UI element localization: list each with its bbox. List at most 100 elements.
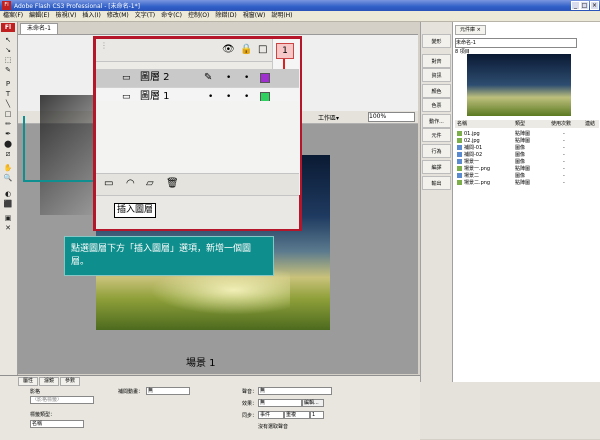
frame-name-input[interactable]: 〈影格標籤〉 xyxy=(30,396,94,404)
library-tab[interactable]: 元件庫 × xyxy=(455,25,486,35)
eye-icon[interactable]: 👁 xyxy=(222,44,235,56)
frame-label: 影格 xyxy=(30,389,41,395)
library-document-select[interactable]: 未命名-1 xyxy=(455,38,577,48)
panel-output-button[interactable]: 輸出 xyxy=(422,176,451,190)
bitmap-icon xyxy=(457,180,462,185)
menu-view[interactable]: 檢視(V) xyxy=(53,11,80,21)
panel-swatches-button[interactable]: 色票 xyxy=(422,98,451,112)
tab-parameters[interactable]: 參數 xyxy=(60,377,81,386)
repeat-count-input[interactable]: 1 xyxy=(310,411,324,419)
delete-layer-icon[interactable]: 🗑 xyxy=(166,178,179,189)
library-item[interactable]: 場景二.png 點陣圖 - xyxy=(455,180,599,187)
document-tab[interactable]: 未命名-1 xyxy=(20,23,58,34)
swap-colors-icon[interactable]: ▣ xyxy=(3,214,13,222)
panel-info-button[interactable]: 資訊 xyxy=(422,68,451,82)
library-item[interactable]: 場景一.png 點陣圖 - xyxy=(455,166,599,173)
menu-control[interactable]: 控制(O) xyxy=(185,11,212,21)
label-type-label: 標籤類型： xyxy=(30,412,56,418)
library-item[interactable]: 補間-02 圖像 - xyxy=(455,152,599,159)
shadow-decoration xyxy=(40,95,100,215)
col-name[interactable]: 名稱 xyxy=(457,120,467,128)
outline-color-swatch[interactable] xyxy=(260,73,270,83)
menu-debug[interactable]: 除錯(D) xyxy=(212,11,239,21)
menu-commands[interactable]: 命令(C) xyxy=(158,11,185,21)
lasso-tool-icon[interactable]: ✎ xyxy=(3,66,13,74)
maximize-button[interactable]: □ xyxy=(580,1,589,10)
insert-layer-icon[interactable]: ▭ xyxy=(104,178,113,189)
panel-align-button[interactable]: 對齊 xyxy=(422,54,451,68)
panel-grip-icon: ⋮ xyxy=(100,41,108,50)
menu-window[interactable]: 視窗(W) xyxy=(240,11,269,21)
menu-text[interactable]: 文字(T) xyxy=(132,11,158,21)
panel-behaviors-button[interactable]: 行為 xyxy=(422,144,451,158)
lock-icon[interactable]: 🔒 xyxy=(240,44,252,56)
panel-color-button[interactable]: 顏色 xyxy=(422,84,451,98)
layers-empty-area xyxy=(96,101,299,173)
rectangle-tool-icon[interactable]: □ xyxy=(3,110,13,118)
workspace-menu[interactable]: 工作區▾ xyxy=(318,113,339,122)
menu-modify[interactable]: 修改(M) xyxy=(104,11,132,21)
free-transform-tool-icon[interactable]: ⬚ xyxy=(3,56,13,64)
zoom-select[interactable]: 100% xyxy=(368,112,415,122)
brush-tool-icon[interactable]: ✒ xyxy=(3,130,13,138)
panel-actions-button[interactable]: 動作... xyxy=(422,114,451,128)
sync-select[interactable]: 事件 xyxy=(258,411,284,419)
layer-icon: ▭ xyxy=(122,73,131,83)
library-item[interactable]: 02.jpg 點陣圖 - xyxy=(455,138,599,145)
outline-icon[interactable]: □ xyxy=(258,44,267,56)
layers-panel-zoom: ⋮ 👁 🔒 □ 1 ▭ 圖層 2 ✎ • • ▭ 圖層 1 • • • ▭ ◠ … xyxy=(93,36,302,369)
library-item[interactable]: 01.jpg 點陣圖 - xyxy=(455,131,599,138)
label-type-select[interactable]: 名稱 xyxy=(30,420,84,428)
document-tabs: 未命名-1 xyxy=(18,22,418,35)
fill-color-icon[interactable]: ⬛ xyxy=(3,200,13,208)
pencil-tool-icon[interactable]: ✏ xyxy=(3,120,13,128)
menu-help[interactable]: 說明(H) xyxy=(268,11,295,21)
selection-tool-icon[interactable]: ↖ xyxy=(3,36,13,44)
sound-select[interactable]: 無 xyxy=(258,387,332,395)
col-type[interactable]: 類型 xyxy=(515,120,525,128)
scene-label[interactable]: 場景 1 xyxy=(186,356,216,372)
menu-edit[interactable]: 編輯(E) xyxy=(26,11,52,21)
no-color-icon[interactable]: ✕ xyxy=(3,224,13,232)
library-item[interactable]: 場景一 圖像 - xyxy=(455,159,599,166)
pen-tool-icon[interactable]: P xyxy=(3,80,13,88)
close-button[interactable]: × xyxy=(590,1,599,10)
minimize-button[interactable]: _ xyxy=(571,1,580,10)
panel-components-button[interactable]: 元件 xyxy=(422,128,451,142)
repeat-select[interactable]: 重複 xyxy=(284,411,310,419)
paint-bucket-icon[interactable]: ⬤ xyxy=(3,140,13,148)
callout-connector-left xyxy=(23,116,25,182)
edit-effect-button[interactable]: 編輯... xyxy=(302,399,324,407)
eraser-tool-icon[interactable]: ⧄ xyxy=(3,150,13,158)
col-linkage[interactable]: 連結 xyxy=(585,120,595,128)
add-motion-guide-icon[interactable]: ◠ xyxy=(126,178,135,189)
panel-transform-button[interactable]: 變形 xyxy=(422,34,451,48)
panel-compiler-button[interactable]: 編譯 xyxy=(422,160,451,174)
hand-tool-icon[interactable]: ✋ xyxy=(3,164,13,172)
tween-select[interactable]: 無 xyxy=(146,387,190,395)
menu-file[interactable]: 檔案(F) xyxy=(0,11,26,21)
menu-insert[interactable]: 插入(I) xyxy=(79,11,103,21)
zoom-tool-icon[interactable]: 🔍 xyxy=(3,174,13,182)
bitmap-icon xyxy=(457,166,462,171)
layer-row-2[interactable]: ▭ 圖層 2 ✎ • • xyxy=(96,69,299,88)
subselection-tool-icon[interactable]: ↘ xyxy=(3,46,13,54)
insert-folder-icon[interactable]: ▱ xyxy=(146,178,154,189)
visible-dot[interactable]: • xyxy=(226,69,231,87)
frame-number-1[interactable]: 1 xyxy=(276,43,294,59)
flash-app-icon: Fl xyxy=(2,1,11,10)
library-item[interactable]: 場景二 圖像 - xyxy=(455,173,599,180)
tab-filters[interactable]: 濾鏡 xyxy=(39,377,60,386)
tab-properties[interactable]: 屬性 xyxy=(18,377,39,386)
lock-dot[interactable]: • xyxy=(244,69,249,87)
flash-logo: Fl xyxy=(1,23,15,32)
col-uses[interactable]: 使用次數 xyxy=(551,120,571,128)
tools-panel: Fl ↖ ↘ ⬚ ✎ P T ╲ □ ✏ ✒ ⬤ ⧄ ✋ 🔍 ◐ ⬛ ▣ ✕ xyxy=(0,22,18,382)
tween-label: 補間動畫： xyxy=(118,389,144,395)
text-tool-icon[interactable]: T xyxy=(3,90,13,98)
library-item[interactable]: 補間-01 圖像 - xyxy=(455,145,599,152)
stroke-color-icon[interactable]: ◐ xyxy=(3,190,13,198)
line-tool-icon[interactable]: ╲ xyxy=(3,100,13,108)
graphic-icon xyxy=(457,145,462,150)
effect-select[interactable]: 無 xyxy=(258,399,302,407)
